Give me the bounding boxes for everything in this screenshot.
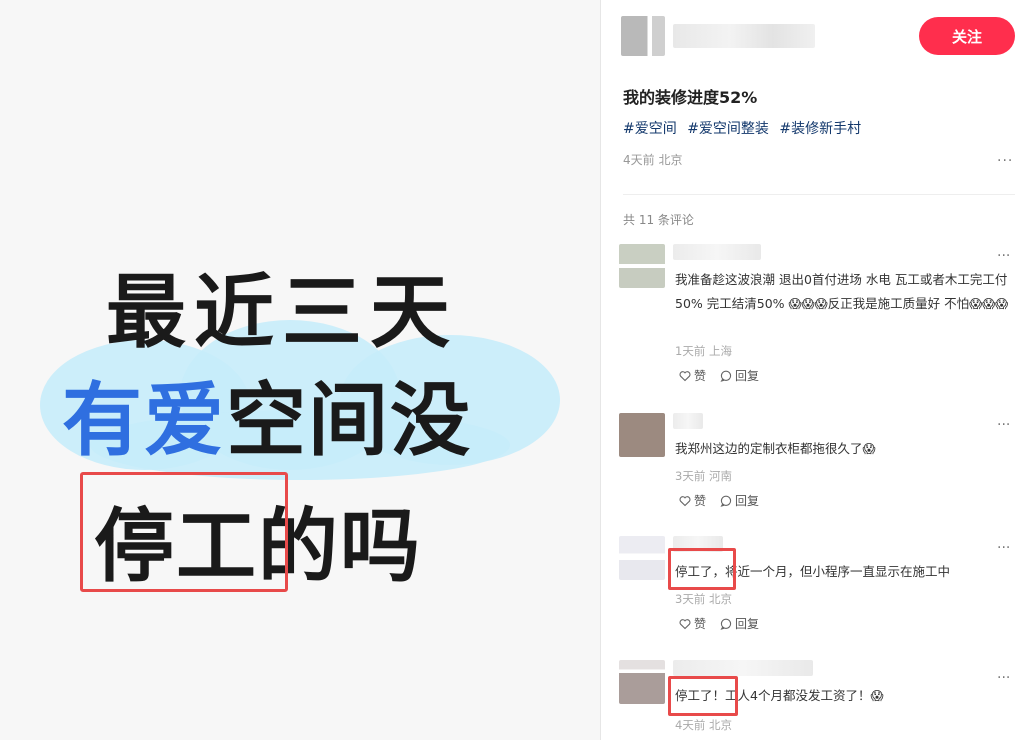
more-icon[interactable]: ··· [997, 248, 1010, 264]
post-image: 最近三天 有爱空间没 停工的吗 [0, 0, 600, 740]
comment-count: 共 11 条评论 [623, 213, 694, 227]
like-label: 赞 [694, 617, 707, 631]
comment-avatar[interactable] [619, 413, 665, 457]
comment-author-blurred[interactable] [673, 660, 813, 676]
like-button[interactable]: 赞 [679, 492, 706, 509]
heart-icon [679, 370, 691, 381]
comment-avatar[interactable] [619, 660, 665, 704]
comment-item: ··· 我准备趁这波浪潮 退出0首付进场 水电 瓦工或者木工完工付50% 完工结… [619, 244, 1029, 394]
tag-link[interactable]: #装修新手村 [779, 121, 861, 137]
post-title: 我的装修进度52% [623, 88, 758, 107]
comment-meta: 1天前 上海 [675, 344, 732, 358]
comment-text: 我郑州这边的定制衣柜都拖很久了😱 [675, 441, 876, 456]
comment-bubble-icon [720, 495, 732, 507]
comment-meta: 3天前 河南 [675, 469, 732, 483]
comment-item: ··· 停工了！工人4个月都没发工资了！😱 4天前 北京 [619, 660, 1029, 740]
reply-button[interactable]: 回复 [720, 492, 759, 509]
comment-meta: 4天前 北京 [675, 718, 732, 732]
follow-button[interactable]: 关注 [919, 17, 1015, 55]
comment-bubble-icon [720, 618, 732, 630]
comment-text-rest: 工人4个月都没发工资了！😱 [725, 688, 884, 703]
author-name-blurred[interactable] [673, 24, 815, 48]
headline-line-1: 最近三天 [106, 266, 458, 359]
comment-text: 我准备趁这波浪潮 退出0首付进场 水电 瓦工或者木工完工付50% 完工结清50%… [675, 272, 1009, 311]
reply-button[interactable]: 回复 [720, 615, 759, 632]
more-icon[interactable]: ··· [997, 154, 1013, 168]
comment-author-blurred[interactable] [673, 244, 761, 260]
section-divider [623, 194, 1015, 195]
comment-author-blurred[interactable] [673, 413, 703, 429]
like-button[interactable]: 赞 [679, 367, 706, 384]
reply-button[interactable]: 回复 [720, 367, 759, 384]
comment-actions: 赞 回复 [679, 367, 759, 384]
more-icon[interactable]: ··· [997, 540, 1010, 556]
comment-actions: 赞 回复 [679, 492, 759, 509]
headline-blue-text: 有爱 [62, 374, 226, 467]
like-label: 赞 [694, 369, 707, 383]
comment-actions: 赞 回复 [679, 615, 759, 632]
heart-icon [679, 618, 691, 629]
headline-line-2: 有爱空间没 [62, 356, 600, 472]
heart-icon [679, 495, 691, 506]
comment-bubble-icon [720, 370, 732, 382]
like-label: 赞 [694, 494, 707, 508]
post-meta: 4天前 北京 [623, 153, 683, 167]
tag-list: #爱空间 #爱空间整装 #装修新手村 [623, 118, 867, 138]
comment-meta: 3天前 北京 [675, 592, 732, 606]
image-highlight-box [80, 472, 288, 592]
reply-label: 回复 [735, 369, 760, 383]
comment-text-rest: 将近一个月，但小程序一直显示在施工中 [725, 564, 951, 579]
tag-link[interactable]: #爱空间 [623, 121, 677, 137]
comment-item: ··· 我郑州这边的定制衣柜都拖很久了😱 3天前 河南 赞 回复 [619, 413, 1029, 513]
headline-text: 空间没 [226, 374, 472, 467]
like-button[interactable]: 赞 [679, 615, 706, 632]
author-avatar[interactable] [621, 16, 665, 56]
comment-avatar[interactable] [619, 536, 665, 580]
comment-item: ··· 停工了，将近一个月，但小程序一直显示在施工中 3天前 北京 赞 回复 [619, 536, 1029, 636]
post-side-panel: 关注 我的装修进度52% #爱空间 #爱空间整装 #装修新手村 4天前 北京 ·… [601, 0, 1036, 740]
comment-highlight-box [668, 548, 736, 590]
reply-label: 回复 [735, 617, 760, 631]
reply-label: 回复 [735, 494, 760, 508]
comment-avatar[interactable] [619, 244, 665, 288]
more-icon[interactable]: ··· [997, 417, 1010, 433]
comment-highlight-box [668, 676, 738, 716]
tag-link[interactable]: #爱空间整装 [687, 121, 769, 137]
